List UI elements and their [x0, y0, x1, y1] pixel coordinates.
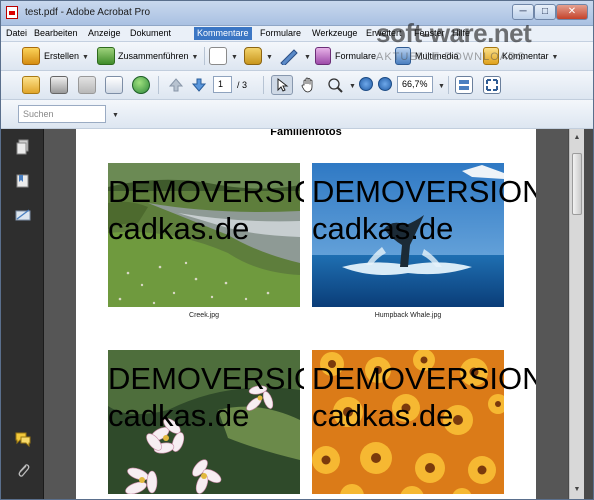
next-page-icon[interactable] [190, 76, 208, 94]
chevron-down-icon[interactable]: ▼ [266, 54, 273, 61]
bookmarks-panel-icon[interactable] [15, 173, 31, 189]
create-label: Erstellen [44, 51, 80, 61]
full-screen-icon[interactable] [483, 76, 501, 94]
document-viewport: Familienfotos Creek.jpg Humpback Whale.j… [44, 129, 568, 499]
search-options-chevron-icon[interactable]: ▼ [112, 112, 119, 119]
pdf-page: Familienfotos Creek.jpg Humpback Whale.j… [76, 129, 536, 499]
share-pdf-icon[interactable] [209, 47, 227, 65]
toolbar-separator [204, 47, 205, 65]
demo-overlay: DEMOVERSION cadkas.de [312, 175, 536, 265]
previous-page-icon[interactable] [167, 76, 185, 94]
work-area: Familienfotos Creek.jpg Humpback Whale.j… [1, 129, 593, 499]
window-title: test.pdf - Adobe Acrobat Pro [25, 7, 151, 18]
toolbar-separator [158, 76, 159, 94]
menu-werkzeuge[interactable]: Werkzeuge [309, 27, 360, 40]
attachments-panel-icon[interactable] [15, 462, 31, 478]
demo-overlay: DEMOVERSION cadkas.de [108, 175, 304, 265]
scroll-up-icon[interactable]: ▲ [572, 133, 582, 143]
demo-text: cadkas.de [108, 211, 250, 246]
zoom-level-input[interactable]: 66,7% [397, 76, 433, 93]
zoom-out-icon[interactable] [359, 77, 373, 91]
chevron-down-icon[interactable]: ▼ [349, 83, 356, 90]
print-icon[interactable] [50, 76, 68, 94]
zoom-marquee-icon[interactable] [326, 76, 344, 94]
lock-icon[interactable] [244, 47, 262, 65]
demo-text: DEMOVERSION [108, 362, 304, 396]
menu-bearbeiten[interactable]: Bearbeiten [31, 27, 81, 40]
demo-text: cadkas.de [312, 398, 454, 433]
menu-bar: Datei Bearbeiten Anzeige Dokument Kommen… [1, 26, 593, 42]
acrobat-window: test.pdf - Adobe Acrobat Pro ─ □ ✕ Datei… [0, 0, 594, 500]
open-folder-icon[interactable] [22, 76, 40, 94]
chevron-down-icon[interactable]: ▼ [438, 83, 445, 90]
forms-button[interactable]: Formulare [335, 46, 376, 66]
search-toolbar: Suchen ▼ [1, 100, 593, 129]
multimedia-button[interactable]: Multimedia [415, 46, 459, 66]
vertical-scrollbar[interactable]: ▲ ▼ [569, 129, 584, 499]
pen-icon[interactable] [278, 47, 300, 67]
zoom-in-icon[interactable] [378, 77, 392, 91]
chevron-down-icon: ▼ [551, 54, 559, 61]
create-button[interactable]: Erstellen ▼ [44, 46, 89, 66]
combine-icon [97, 47, 115, 65]
pdf-file-icon [6, 6, 18, 19]
comments-panel-icon[interactable] [15, 431, 31, 448]
title-bar: test.pdf - Adobe Acrobat Pro ─ □ ✕ [1, 1, 593, 26]
demo-overlay: DEMOVERSION cadkas.de [312, 362, 536, 452]
combine-label: Zusammenführen [118, 51, 189, 61]
combine-button[interactable]: Zusammenführen ▼ [118, 46, 198, 66]
minimize-button[interactable]: ─ [512, 4, 534, 20]
page-heading: Familienfotos [270, 129, 342, 138]
menu-erweitert[interactable]: Erweitert [363, 27, 405, 40]
maximize-button[interactable]: □ [534, 4, 556, 20]
close-button[interactable]: ✕ [556, 4, 588, 20]
demo-text: cadkas.de [108, 398, 250, 433]
page-number-input[interactable]: 1 [213, 76, 232, 93]
email-icon[interactable] [105, 76, 123, 94]
chevron-down-icon[interactable]: ▼ [231, 54, 238, 61]
photo-caption: Creek.jpg [189, 312, 219, 319]
demo-text: DEMOVERSION [312, 362, 536, 396]
scrollbar-thumb[interactable] [572, 153, 582, 215]
navigation-panel [1, 129, 44, 499]
demo-overlay: DEMOVERSION cadkas.de [108, 362, 304, 452]
toolbar-separator [263, 76, 264, 94]
save-icon[interactable] [78, 76, 96, 94]
pages-panel-icon[interactable] [15, 139, 31, 155]
comment-label: Kommentar [502, 51, 549, 61]
photo-caption: Humpback Whale.jpg [374, 312, 442, 319]
menu-dokument[interactable]: Dokument [127, 27, 174, 40]
chevron-down-icon[interactable]: ▼ [304, 54, 311, 61]
forms-icon [315, 47, 331, 65]
toolbar-separator [448, 76, 449, 94]
globe-icon[interactable] [132, 76, 150, 94]
menu-hilfe[interactable]: Hilfe [449, 27, 473, 40]
menu-formulare[interactable]: Formulare [257, 27, 304, 40]
search-input[interactable]: Suchen [18, 105, 106, 123]
scroll-down-icon[interactable]: ▼ [572, 485, 582, 495]
select-cursor-icon[interactable] [271, 75, 293, 95]
menu-anzeige[interactable]: Anzeige [85, 27, 124, 40]
chevron-down-icon: ▼ [82, 54, 89, 61]
demo-text: DEMOVERSION [312, 175, 536, 209]
hand-tool-icon[interactable] [299, 76, 317, 94]
create-icon [22, 47, 40, 65]
chevron-down-icon: ▼ [191, 54, 199, 61]
fit-page-icon[interactable] [455, 76, 473, 94]
menu-datei[interactable]: Datei [3, 27, 30, 40]
signatures-panel-icon[interactable] [15, 207, 31, 223]
tasks-toolbar: Erstellen ▼ Zusammenführen ▼ ▼ ▼ ▼ Formula… [1, 42, 593, 71]
comment-button[interactable]: Kommentar ▼ [502, 46, 558, 66]
demo-text: cadkas.de [312, 211, 454, 246]
menu-fenster[interactable]: Fenster [411, 27, 448, 40]
menu-kommentare[interactable]: Kommentare [194, 27, 252, 40]
comment-icon [483, 47, 499, 65]
navigation-toolbar: 1 / 3 ▼ 66,7% ▼ [1, 71, 593, 100]
multimedia-icon [395, 47, 411, 65]
page-count: / 3 [237, 80, 248, 90]
demo-text: DEMOVERSION [108, 175, 304, 209]
